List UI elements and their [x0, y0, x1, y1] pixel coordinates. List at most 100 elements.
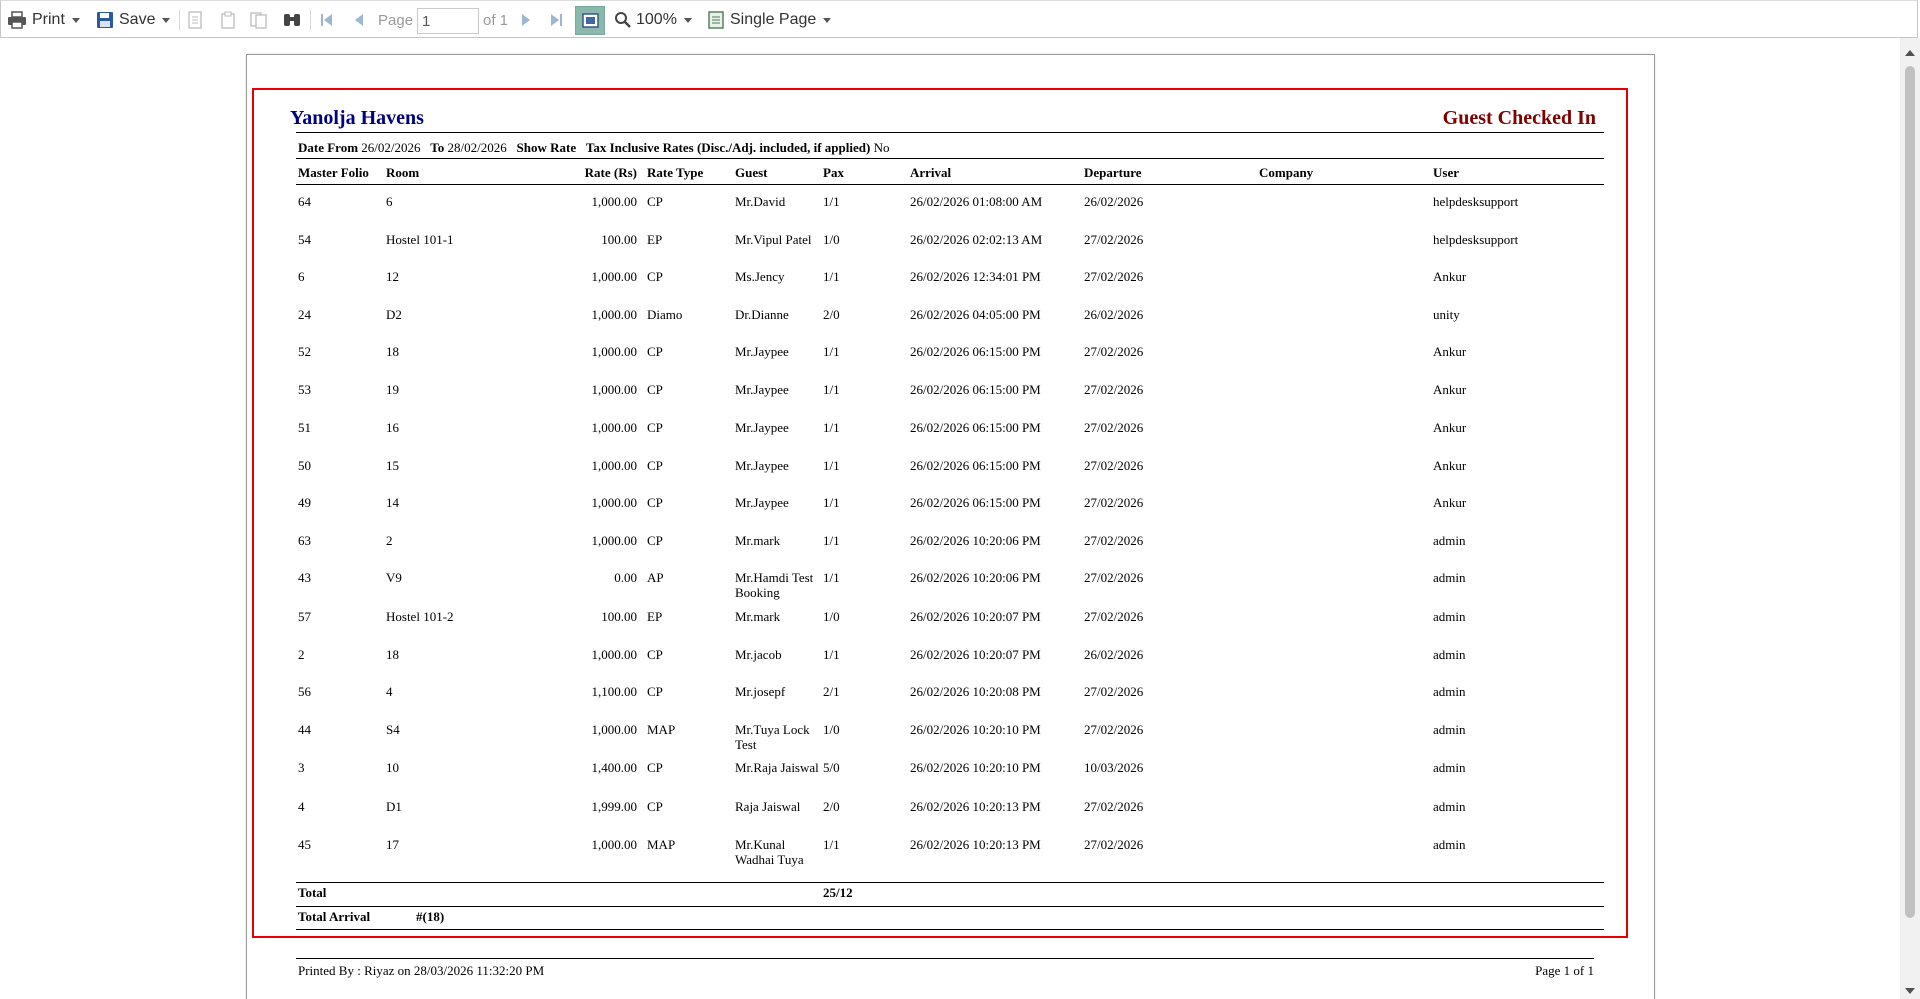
cell-pax: 1/1: [823, 533, 840, 548]
cell-arrival: 26/02/2026 02:02:13 AM: [910, 232, 1043, 247]
previous-page-button[interactable]: [353, 1, 365, 39]
floppy-disk-icon: [97, 12, 113, 28]
cell-room: D2: [386, 307, 402, 322]
date-from-value: 26/02/2026: [361, 140, 421, 155]
cell-pax: 2/0: [823, 307, 840, 322]
vertical-scrollbar[interactable]: [1900, 38, 1920, 999]
cell-arrival: 26/02/2026 10:20:06 PM: [910, 570, 1041, 585]
cell-master-folio: 44: [298, 722, 311, 737]
last-page-button[interactable]: [548, 1, 564, 39]
cell-arrival: 26/02/2026 10:20:07 PM: [910, 647, 1041, 662]
cell-user: helpdesksupport: [1433, 232, 1519, 247]
magnifier-icon: [615, 12, 631, 28]
cell-rate-type: MAP: [647, 722, 676, 737]
parameters-button[interactable]: [220, 1, 236, 39]
document-map-button[interactable]: [187, 1, 203, 39]
cell-rate-type: CP: [647, 760, 663, 775]
first-page-button[interactable]: [319, 1, 335, 39]
cell-departure: 27/02/2026: [1084, 269, 1144, 284]
column-header-room: Room: [386, 165, 420, 180]
cell-master-folio: 4: [298, 799, 305, 814]
copy-button[interactable]: [250, 1, 268, 39]
cell-arrival: 26/02/2026 01:08:00 AM: [910, 194, 1043, 209]
cell-departure: 27/02/2026: [1084, 609, 1144, 624]
view-mode-label: Single Page: [730, 11, 817, 28]
cell-guest: Mr.jacob: [735, 647, 782, 662]
cell-departure: 27/02/2026: [1084, 495, 1144, 510]
cell-room: 19: [386, 382, 399, 397]
cell-master-folio: 45: [298, 837, 311, 852]
cell-pax: 1/1: [823, 194, 840, 209]
cell-rate: 1,000.00: [591, 495, 638, 510]
cell-rate-type: CP: [647, 382, 663, 397]
cell-guest: Raja Jaiswal: [735, 799, 801, 814]
title-divider: [296, 132, 1604, 133]
cell-user: Ankur: [1433, 495, 1467, 510]
print-layout-toggle[interactable]: [575, 6, 605, 35]
cell-rate-type: CP: [647, 420, 663, 435]
cell-master-folio: 57: [298, 609, 311, 624]
cell-rate-type: Diamo: [647, 307, 683, 322]
cell-arrival: 26/02/2026 04:05:00 PM: [910, 307, 1041, 322]
cell-pax: 2/1: [823, 684, 840, 699]
report-title: Guest Checked In: [1442, 107, 1596, 129]
cell-guest: Mr.David: [735, 194, 786, 209]
date-from-label: Date From: [298, 140, 359, 155]
column-header-company: Company: [1259, 165, 1314, 180]
next-page-icon: [522, 14, 530, 26]
cell-arrival: 26/02/2026 10:20:13 PM: [910, 837, 1041, 852]
cell-room: 12: [386, 269, 399, 284]
cell-user: unity: [1433, 307, 1460, 322]
cell-guest: Mr.Jaypee: [735, 495, 789, 510]
cell-departure: 27/02/2026: [1084, 570, 1144, 585]
column-header-pax: Pax: [823, 165, 844, 180]
next-page-button[interactable]: [520, 1, 532, 39]
save-label: Save: [119, 11, 156, 28]
cell-pax: 1/1: [823, 570, 840, 585]
cell-rate-type: CP: [647, 647, 663, 662]
page-number-input[interactable]: [417, 8, 479, 34]
cell-guest: Mr.Jaypee: [735, 344, 789, 359]
scroll-up-arrow-icon[interactable]: [1905, 50, 1915, 56]
cell-guest: Mr.josepf: [735, 684, 786, 699]
cell-guest: Mr.Kunal Wadhai Tuya: [735, 837, 804, 867]
report-viewport[interactable]: Yanolja Havens Guest Checked In Date Fro…: [0, 38, 1900, 999]
cell-departure: 26/02/2026: [1084, 307, 1144, 322]
cell-rate: 1,000.00: [591, 722, 638, 737]
report-page: Yanolja Havens Guest Checked In Date Fro…: [246, 54, 1655, 999]
print-button[interactable]: Print: [7, 1, 80, 39]
total-arrival-divider: [296, 906, 1604, 907]
cell-guest: Mr.mark: [735, 609, 781, 624]
total-arrival-label: Total Arrival: [298, 909, 371, 924]
header-divider: [296, 184, 1604, 185]
cell-master-folio: 2: [298, 647, 305, 662]
single-page-icon: [708, 11, 724, 29]
zoom-dropdown[interactable]: 100%: [614, 1, 692, 39]
cell-master-folio: 50: [298, 458, 311, 473]
cell-departure: 27/02/2026: [1084, 799, 1144, 814]
cell-pax: 1/0: [823, 722, 840, 737]
view-mode-dropdown[interactable]: Single Page: [708, 1, 832, 39]
find-button[interactable]: [282, 1, 302, 39]
scrollbar-thumb[interactable]: [1905, 66, 1915, 918]
cell-pax: 1/1: [823, 420, 840, 435]
cell-rate: 1,000.00: [591, 837, 638, 852]
first-page-icon: [321, 14, 332, 26]
chevron-down-icon: [683, 17, 692, 23]
cell-guest: Mr.Vipul Patel: [735, 232, 812, 247]
filter-divider: [296, 158, 1604, 159]
cell-rate: 1,000.00: [591, 269, 638, 284]
save-button[interactable]: Save: [96, 1, 171, 39]
chevron-down-icon: [162, 17, 171, 23]
previous-page-icon: [355, 14, 363, 26]
cell-rate: 1,100.00: [591, 684, 638, 699]
cell-rate: 1,400.00: [591, 760, 638, 775]
column-header-master-folio: Master Folio: [298, 165, 369, 180]
cell-user: admin: [1433, 760, 1466, 775]
printed-by: Printed By : Riyaz on 28/03/2026 11:32:2…: [298, 963, 545, 978]
cell-room: 2: [386, 533, 393, 548]
cell-master-folio: 6: [298, 269, 305, 284]
cell-user: Ankur: [1433, 382, 1467, 397]
cell-arrival: 26/02/2026 06:15:00 PM: [910, 420, 1041, 435]
scroll-down-arrow-icon[interactable]: [1905, 988, 1915, 994]
